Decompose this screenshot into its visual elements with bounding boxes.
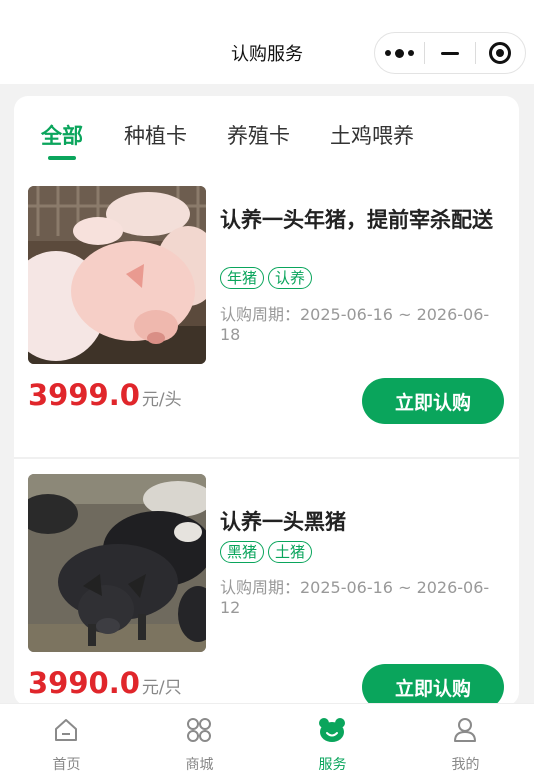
active-tab-indicator: [48, 156, 76, 160]
close-target-icon: [489, 42, 512, 64]
product-title: 认养一头黑猪: [220, 510, 346, 534]
user-icon: [454, 718, 476, 742]
tabbar-label: 首页: [52, 757, 81, 773]
product-tags: 年猪 认养: [220, 267, 313, 289]
product-price: 3990.0 元/只: [28, 666, 182, 700]
tabbar-item-service[interactable]: 服务: [266, 704, 399, 780]
product-tag: 年猪: [220, 267, 265, 289]
tabbar-label: 我的: [451, 757, 480, 773]
product-item[interactable]: 认养一头黑猪 黑猪 土猪 认购周期：2025-06-16 ~ 2026-06-1…: [14, 474, 519, 706]
price-value: 3999.0: [28, 378, 140, 412]
black-pigs-photo: [28, 474, 206, 652]
top-navbar: 认购服务: [0, 0, 534, 84]
subscription-period: 认购周期：2025-06-16 ~ 2026-06-18: [220, 305, 490, 344]
tab-breeding-card[interactable]: 养殖卡: [227, 120, 290, 150]
minimize-icon: [440, 51, 459, 55]
close-button[interactable]: [476, 33, 525, 73]
price-value: 3990.0: [28, 666, 140, 700]
product-tags: 黑猪 土猪: [220, 541, 313, 563]
tabbar-item-mall[interactable]: 商城: [133, 704, 266, 780]
tabbar-item-mine[interactable]: 我的: [399, 704, 532, 780]
home-icon: [55, 719, 77, 741]
product-title: 认养一头年猪，提前宰杀配送: [220, 208, 493, 232]
pink-pigs-photo: [28, 186, 206, 364]
product-tag: 认养: [268, 267, 313, 289]
price-unit: 元/只: [141, 678, 182, 698]
product-image-black-pigs[interactable]: [28, 474, 206, 652]
product-price: 3999.0 元/头: [28, 378, 182, 412]
minimize-button[interactable]: [425, 33, 474, 73]
more-button[interactable]: [375, 33, 424, 73]
subscription-period: 认购周期：2025-06-16 ~ 2026-06-12: [220, 578, 490, 617]
tabbar-item-home[interactable]: 首页: [0, 704, 133, 780]
subscribe-now-button[interactable]: 立即认购: [362, 664, 504, 706]
product-tag: 土猪: [268, 541, 313, 563]
product-image-pink-pigs[interactable]: [28, 186, 206, 364]
product-item[interactable]: 认养一头年猪，提前宰杀配送 年猪 认养 认购周期：2025-06-16 ~ 20…: [14, 186, 519, 456]
tab-planting-card[interactable]: 种植卡: [124, 120, 187, 150]
tabbar-label: 商城: [185, 757, 214, 773]
product-tag: 黑猪: [220, 541, 265, 563]
subscribe-now-button[interactable]: 立即认购: [362, 378, 504, 424]
tab-chicken-feeding[interactable]: 土鸡喂养: [330, 120, 414, 150]
tabbar-label: 服务: [318, 757, 347, 773]
mini-program-capsule: [374, 32, 526, 74]
product-list-card: 全部 种植卡 养殖卡 土鸡喂养 认养一头年猪，提前宰杀配送 年猪 认养 认购周期…: [14, 96, 519, 706]
category-tabs: 全部 种植卡 养殖卡 土鸡喂养: [14, 96, 519, 166]
mall-grid-icon: [187, 718, 211, 742]
service-bear-icon: [319, 718, 345, 742]
item-divider: [14, 457, 519, 459]
tab-all[interactable]: 全部: [41, 120, 83, 150]
bottom-tabbar: 首页 商城 服务 我的: [0, 703, 534, 780]
price-unit: 元/头: [141, 390, 182, 410]
more-dots-icon: [385, 48, 415, 58]
